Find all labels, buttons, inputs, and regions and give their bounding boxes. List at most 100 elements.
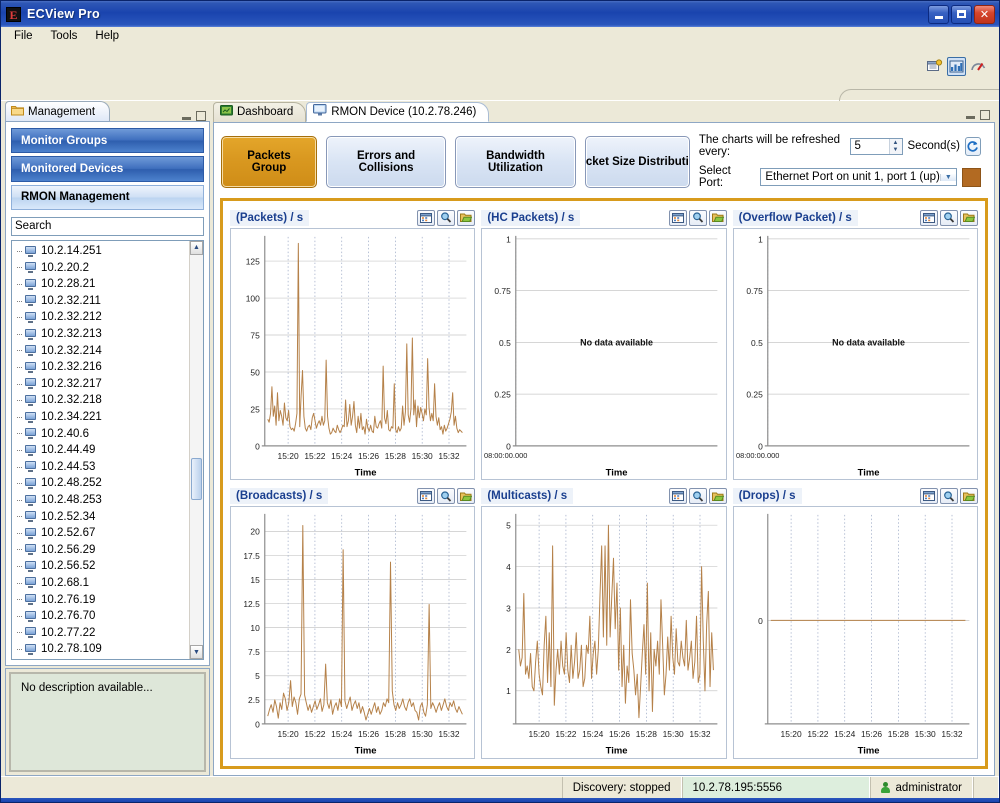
tree-item-device[interactable]: 10.2.48.253 <box>16 492 189 509</box>
zoom-icon[interactable] <box>939 209 958 226</box>
section-monitored-devices[interactable]: Monitored Devices <box>11 156 204 182</box>
tree-item-device[interactable]: 10.2.20.2 <box>16 259 189 276</box>
export-icon[interactable] <box>708 209 727 226</box>
menu-help[interactable]: Help <box>88 29 126 43</box>
group-button-packets[interactable]: Packets Group <box>221 135 317 188</box>
tree-item-device[interactable]: 10.2.68.1 <box>16 575 189 592</box>
report-icon[interactable] <box>926 58 943 75</box>
tree-item-device[interactable]: 10.2.34.221 <box>16 409 189 426</box>
tree-item-device[interactable]: 10.2.76.70 <box>16 608 189 625</box>
tree-item-device[interactable]: 10.2.52.34 <box>16 508 189 525</box>
tree-item-device[interactable]: 10.2.32.213 <box>16 326 189 343</box>
tree-item-device[interactable]: 10.2.32.217 <box>16 376 189 393</box>
svg-text:No data available: No data available <box>832 337 905 347</box>
section-monitor-groups[interactable]: Monitor Groups <box>11 128 204 154</box>
scroll-down-icon[interactable]: ▼ <box>190 645 203 659</box>
tree-item-device[interactable]: 10.2.28.21 <box>16 276 189 293</box>
zoom-icon[interactable] <box>688 488 707 505</box>
export-icon[interactable] <box>457 488 476 505</box>
tree-item-device[interactable]: 10.2.76.19 <box>16 591 189 608</box>
chart-multicasts-plot[interactable]: 1 2 3 4 5 15:20 15:22 15:24 15:26 15:28 15:30 15:32… <box>481 506 727 760</box>
tab-dashboard[interactable]: Dashboard <box>213 101 307 122</box>
scroll-up-icon[interactable]: ▲ <box>190 240 203 255</box>
minimize-button[interactable] <box>928 4 949 24</box>
group-button-packet-size-distribution[interactable]: Packet Size Distribution <box>584 135 690 188</box>
table-view-icon[interactable] <box>417 209 436 226</box>
tree-item-device[interactable]: 10.2.78.246 <box>16 658 189 659</box>
tab-rmon-device[interactable]: RMON Device (10.2.78.246) <box>306 101 490 122</box>
export-icon[interactable] <box>959 209 978 226</box>
table-view-icon[interactable] <box>668 488 687 505</box>
svg-text:Time: Time <box>355 467 377 478</box>
svg-text:Time: Time <box>355 745 377 756</box>
tree-item-device[interactable]: 10.2.78.109 <box>16 641 189 658</box>
zoom-icon[interactable] <box>437 488 456 505</box>
tree-item-device[interactable]: 10.2.40.6 <box>16 425 189 442</box>
stepper-up-icon[interactable]: ▲ <box>890 139 902 147</box>
tab-management[interactable]: Management <box>5 101 111 122</box>
chart-hc-packets-plot[interactable]: 0 0.25 0.5 0.75 1 08:00:00.000 No data availab… <box>481 227 727 481</box>
stepper-down-icon[interactable]: ▼ <box>890 146 902 154</box>
tree-item-device[interactable]: 10.2.14.251 <box>16 243 189 260</box>
tree-item-device[interactable]: 10.2.32.214 <box>16 342 189 359</box>
view-minimize-icon[interactable] <box>182 112 191 121</box>
table-view-icon[interactable] <box>668 209 687 226</box>
table-view-icon[interactable] <box>417 488 436 505</box>
tree-item-device[interactable]: 10.2.52.67 <box>16 525 189 542</box>
port-select[interactable]: Ethernet Port on unit 1, port 1 (up) ▼ <box>760 168 957 187</box>
tree-item-device[interactable]: 10.2.56.29 <box>16 541 189 558</box>
tree-item-device[interactable]: 10.2.32.211 <box>16 293 189 310</box>
chart-view-icon[interactable] <box>947 57 966 76</box>
refresh-interval-stepper[interactable]: ▲ ▼ <box>849 137 903 155</box>
maximize-button[interactable] <box>951 4 972 24</box>
zoom-icon[interactable] <box>437 209 456 226</box>
editor-maximize-icon[interactable] <box>980 109 990 120</box>
status-resize-grip[interactable] <box>973 777 999 798</box>
status-user-label: administrator <box>895 781 962 794</box>
zoom-icon[interactable] <box>688 209 707 226</box>
table-view-icon[interactable] <box>919 488 938 505</box>
stepper-arrows[interactable]: ▲ ▼ <box>888 138 902 154</box>
zoom-icon[interactable] <box>939 488 958 505</box>
chart-broadcasts: (Broadcasts) / s 0 2.5 5 7.5 10 12.5 15 17.5 20 1… <box>230 486 476 760</box>
tree-item-device[interactable]: 10.2.32.212 <box>16 309 189 326</box>
export-icon[interactable] <box>959 488 978 505</box>
view-maximize-icon[interactable] <box>196 111 206 122</box>
tree-item-device[interactable]: 10.2.77.22 <box>16 624 189 641</box>
menu-tools[interactable]: Tools <box>44 29 85 43</box>
chart-broadcasts-plot[interactable]: 0 2.5 5 7.5 10 12.5 15 17.5 20 15:20 15:22 15:24 15:… <box>230 506 476 760</box>
group-button-errors-collisions[interactable]: Errors and Collisions <box>326 135 447 188</box>
status-bar: Discovery: stopped 10.2.78.195:5556 admi… <box>1 776 999 798</box>
group-button-bandwidth-utilization[interactable]: Bandwidth Utilization <box>455 135 576 188</box>
scroll-track[interactable] <box>190 254 203 645</box>
tree-item-device[interactable]: 10.2.44.53 <box>16 459 189 476</box>
scroll-thumb[interactable] <box>191 457 202 500</box>
search-input[interactable] <box>11 216 204 236</box>
close-button[interactable]: ✕ <box>974 4 995 24</box>
svg-text:3: 3 <box>506 604 511 614</box>
device-tree-scrollbar[interactable]: ▲ ▼ <box>189 240 203 659</box>
refresh-interval-input[interactable] <box>850 138 889 154</box>
menu-file[interactable]: File <box>7 29 40 43</box>
tree-item-device[interactable]: 10.2.44.49 <box>16 442 189 459</box>
export-icon[interactable] <box>457 209 476 226</box>
performance-icon[interactable] <box>970 58 987 75</box>
tree-item-device[interactable]: 10.2.56.52 <box>16 558 189 575</box>
table-view-icon[interactable] <box>919 209 938 226</box>
refresh-icon[interactable] <box>964 136 982 156</box>
tree-item-device[interactable]: 10.2.48.252 <box>16 475 189 492</box>
svg-text:25: 25 <box>250 404 260 414</box>
chart-drops-plot[interactable]: 0 15:20 15:22 15:24 15:26 15:28 15:30 15:32 Time <box>732 506 978 760</box>
device-tree-list[interactable]: 10.2.14.251 10.2.20.2 10.2.28.21 10.2.32.21… <box>12 241 189 659</box>
tree-item-device[interactable]: 10.2.32.216 <box>16 359 189 376</box>
tree-item-label: 10.2.32.218 <box>41 394 102 407</box>
series-color-swatch[interactable] <box>961 167 982 187</box>
tree-item-device[interactable]: 10.2.32.218 <box>16 392 189 409</box>
section-rmon-management[interactable]: RMON Management <box>11 184 204 210</box>
chevron-down-icon[interactable]: ▼ <box>939 173 956 181</box>
port-label: Select Port: <box>698 165 731 190</box>
export-icon[interactable] <box>708 488 727 505</box>
chart-packets-plot[interactable]: 0 25 50 75 100 125 15:20 15:22 15:24 15:26 15:28 15… <box>230 227 476 481</box>
editor-minimize-icon[interactable] <box>966 111 975 119</box>
chart-overflow-packet-plot[interactable]: 0 0.25 0.5 0.75 1 08:00:00.000 No data availab… <box>732 227 978 481</box>
